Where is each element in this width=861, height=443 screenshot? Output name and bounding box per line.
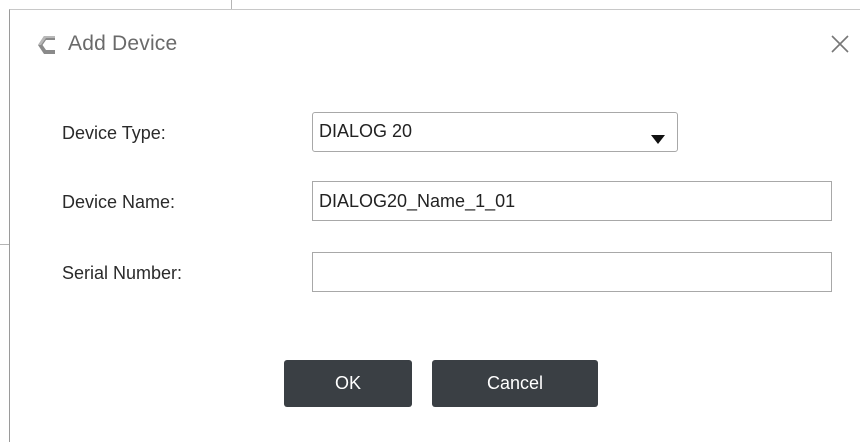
dialog-titlebar: Add Device [10,10,860,70]
cancel-button[interactable]: Cancel [432,360,598,407]
dialog-title: Add Device [68,32,178,55]
device-type-select[interactable]: DIALOG 20 [312,112,678,152]
background-edge [0,244,9,245]
device-type-value: DIALOG 20 [319,121,413,141]
app-logo-icon [35,33,59,57]
caret-down-icon [651,128,665,144]
device-name-label: Device Name: [62,192,176,212]
device-name-input[interactable] [312,181,832,221]
close-icon[interactable] [826,30,854,58]
serial-number-input[interactable] [312,252,832,292]
ok-button[interactable]: OK [284,360,412,407]
serial-number-label: Serial Number: [62,263,183,283]
add-device-dialog: Add Device Device Type: DIALOG 20 Device… [9,9,860,442]
background-edge-top [231,0,232,9]
device-type-label: Device Type: [62,123,166,143]
